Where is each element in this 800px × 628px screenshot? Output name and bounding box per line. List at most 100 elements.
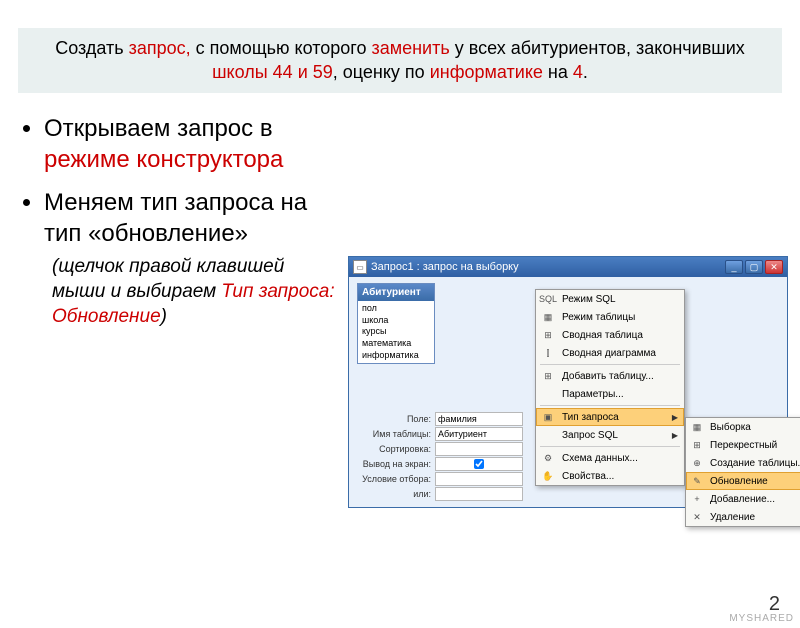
window-icon: ▭ [353, 260, 367, 274]
note-text: ) [161, 306, 167, 327]
grid-cell[interactable] [435, 487, 523, 501]
menu-item-sql-query[interactable]: Запрос SQL ▶ [536, 426, 684, 444]
table-box[interactable]: Абитуриент пол школа курсы математика ин… [357, 283, 435, 364]
field-list: пол школа курсы математика информатика [358, 301, 434, 363]
menu-label: Обновление [710, 476, 768, 487]
grid-cell-checkbox[interactable] [435, 457, 523, 471]
field-item[interactable]: школа [362, 315, 430, 327]
chart-icon: ⫿ [540, 346, 556, 360]
grid-row: Имя таблицы:Абитуриент [355, 426, 523, 441]
menu-label: Режим таблицы [562, 312, 635, 323]
menu-separator [540, 405, 680, 406]
field-item[interactable]: математика [362, 338, 430, 350]
title-keyword: школы 44 и 59 [212, 62, 333, 82]
title-text: у всех абитуриентов, закончивших [450, 38, 745, 58]
submenu-arrow-icon: ▶ [672, 431, 678, 440]
submenu-query-type[interactable]: ▦ Выборка ⊞Перекрестный ⊕ Создание таблицы… [685, 417, 800, 527]
menu-item-append[interactable]: +Добавление... [686, 490, 800, 508]
slide-title: Создать запрос, с помощью которого замен… [18, 28, 782, 93]
menu-label: Режим SQL [562, 294, 616, 305]
grid-row: Вывод на экран: [355, 456, 523, 471]
grid-label: Вывод на экран: [355, 459, 435, 469]
pivot-icon: ⊞ [540, 328, 556, 342]
field-item[interactable]: пол [362, 303, 430, 315]
menu-item-properties[interactable]: ✋ Свойства... [536, 467, 684, 485]
minimize-button[interactable]: _ [725, 260, 743, 274]
menu-item-table-view[interactable]: ▦ Режим таблицы [536, 308, 684, 326]
grid-cell[interactable] [435, 472, 523, 486]
title-keyword: информатике [430, 62, 543, 82]
menu-label: Перекрестный [710, 440, 777, 451]
menu-label: Выборка [710, 422, 751, 433]
close-button[interactable]: ✕ [765, 260, 783, 274]
menu-item-pivot-chart[interactable]: ⫿ Сводная диаграмма [536, 344, 684, 362]
grid-cell[interactable]: фамилия [435, 412, 523, 426]
menu-separator [540, 364, 680, 365]
menu-item-query-type[interactable]: ▣Тип запроса▶ [536, 408, 684, 426]
menu-separator [540, 446, 680, 447]
grid-icon: ▦ [540, 310, 556, 324]
query-grid: Поле:фамилия Имя таблицы:Абитуриент Сорт… [355, 411, 523, 501]
menu-label: Тип запроса [562, 412, 619, 423]
blank-icon [540, 428, 556, 442]
menu-item-parameters[interactable]: Параметры... [536, 385, 684, 403]
window-body: Абитуриент пол школа курсы математика ин… [349, 277, 787, 507]
query-type-icon: ▣ [540, 410, 556, 424]
grid-label: или: [355, 489, 435, 499]
output-checkbox[interactable] [474, 459, 484, 469]
bullet-text: Открываем запрос в [44, 115, 273, 142]
menu-label: Запрос SQL [562, 430, 618, 441]
menu-item-add-table[interactable]: ⊞ Добавить таблицу... [536, 367, 684, 385]
grid-row: Поле:фамилия [355, 411, 523, 426]
title-text: с помощью которого [191, 38, 372, 58]
menu-label: Сводная таблица [562, 330, 643, 341]
menu-label: Добавление... [710, 494, 775, 505]
menu-item-crosstab[interactable]: ⊞Перекрестный [686, 436, 800, 454]
title-text: на [543, 62, 573, 82]
properties-icon: ✋ [540, 469, 556, 483]
make-table-icon: ⊕ [690, 456, 704, 470]
menu-label: Создание таблицы... [710, 458, 800, 469]
window-buttons: _ ▢ ✕ [725, 260, 783, 274]
menu-label: Удаление [710, 512, 755, 523]
note: (щелчок правой клавишей мыши и выбираем … [24, 255, 340, 329]
menu-label: Схема данных... [562, 453, 638, 464]
grid-label: Поле: [355, 414, 435, 424]
menu-item-make-table[interactable]: ⊕ Создание таблицы... [686, 454, 800, 472]
field-item[interactable]: информатика [362, 350, 430, 362]
menu-item-schema[interactable]: ⚙Схема данных... [536, 449, 684, 467]
menu-label: Сводная диаграмма [562, 348, 656, 359]
titlebar[interactable]: ▭ Запрос1 : запрос на выборку _ ▢ ✕ [349, 257, 787, 277]
menu-item-delete[interactable]: ✕Удаление [686, 508, 800, 526]
menu-item-select[interactable]: ▦ Выборка [686, 418, 800, 436]
update-icon: ✎ [690, 474, 704, 488]
menu-item-sql-view[interactable]: SQLРежим SQL [536, 290, 684, 308]
menu-label: Свойства... [562, 471, 614, 482]
title-keyword: запрос, [129, 38, 191, 58]
add-table-icon: ⊞ [540, 369, 556, 383]
bullet-list: Открываем запрос в режиме конструктора М… [0, 113, 340, 330]
access-screenshot: ▭ Запрос1 : запрос на выборку _ ▢ ✕ Абит… [348, 256, 788, 508]
table-header: Абитуриент [358, 284, 434, 301]
bullet-item: Меняем тип запроса на тип «обновление» [44, 187, 340, 249]
context-menu[interactable]: SQLРежим SQL ▦ Режим таблицы ⊞ Сводная таб… [535, 289, 685, 486]
field-item[interactable]: курсы [362, 326, 430, 338]
menu-item-pivot-table[interactable]: ⊞ Сводная таблица [536, 326, 684, 344]
slide: Создать запрос, с помощью которого замен… [0, 28, 800, 628]
menu-item-update[interactable]: ✎ Обновление [686, 472, 800, 490]
title-text: Создать [55, 38, 128, 58]
query-window: ▭ Запрос1 : запрос на выборку _ ▢ ✕ Абит… [348, 256, 788, 508]
grid-row: Сортировка: [355, 441, 523, 456]
grid-cell[interactable] [435, 442, 523, 456]
grid-row: или: [355, 486, 523, 501]
grid-label: Сортировка: [355, 444, 435, 454]
menu-label: Добавить таблицу... [562, 371, 654, 382]
grid-row: Условие отбора: [355, 471, 523, 486]
bullet-item: Открываем запрос в режиме конструктора [44, 113, 340, 175]
grid-label: Имя таблицы: [355, 429, 435, 439]
maximize-button[interactable]: ▢ [745, 260, 763, 274]
bullet-emphasis: режиме конструктора [44, 146, 283, 173]
select-icon: ▦ [690, 420, 704, 434]
watermark: MYSHARED [729, 613, 794, 624]
grid-cell[interactable]: Абитуриент [435, 427, 523, 441]
